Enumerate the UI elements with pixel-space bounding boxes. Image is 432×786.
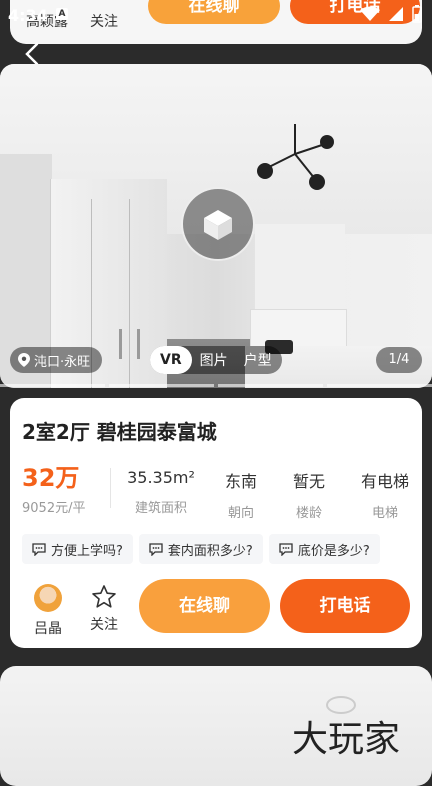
stat-orientation: 东南 朝向 (215, 468, 267, 521)
stat-value: 有电梯 (360, 472, 409, 491)
tab-vr[interactable]: VR (150, 346, 192, 374)
tab-floorplan[interactable]: 户型 (236, 350, 280, 370)
stat-value: 暂无 (292, 472, 325, 491)
vr-play-button[interactable] (181, 187, 255, 261)
question-chip[interactable]: 底价是多少? (268, 534, 380, 564)
notification-icon: A (56, 8, 68, 20)
page-indicator: 1/4 (376, 347, 422, 373)
question-text: 套内面积多少? (167, 543, 253, 559)
gallery-progress (0, 384, 432, 387)
stat-label: 朝向 (227, 506, 254, 521)
listing-photo[interactable]: 沌口·永旺 VR 图片 户型 1/4 (0, 64, 432, 388)
listing-price: 32万 (22, 464, 80, 492)
unit-price: 9052元/平 (22, 501, 86, 516)
tab-photos[interactable]: 图片 (192, 350, 236, 370)
stat-value: 东南 (224, 472, 257, 491)
follow-button[interactable]: 关注 (86, 584, 122, 634)
divider (110, 468, 111, 508)
photo-window (255, 224, 345, 314)
location-text: 沌口·永旺 (34, 354, 91, 370)
star-outline-icon (92, 585, 116, 608)
watermark-logo: 大玩家 (292, 719, 401, 760)
battery-icon (412, 5, 422, 23)
call-button[interactable]: 打电话 (280, 579, 410, 633)
location-pin-icon (18, 353, 30, 367)
vr-cube-icon (204, 210, 232, 240)
status-icons (360, 5, 422, 23)
quick-questions: 方便上学吗? 套内面积多少? 底价是多少? (22, 534, 422, 564)
follow-label: 关注 (90, 617, 118, 633)
listing-info-card: 2室2厅 碧桂园泰富城 32万 9052元/平 35.35m² 建筑面积 东南 … (10, 398, 422, 648)
next-listing-card[interactable]: 大玩家 (0, 666, 432, 786)
online-chat-button[interactable]: 在线聊 (139, 579, 270, 633)
chat-bubble-icon (279, 543, 293, 556)
location-chip[interactable]: 沌口·永旺 (10, 347, 103, 373)
stat-value: 35.35m² (127, 468, 195, 487)
wifi-icon (360, 6, 380, 21)
chat-bubble-icon (149, 543, 163, 556)
stat-label: 楼龄 (295, 506, 322, 521)
question-text: 底价是多少? (297, 543, 370, 559)
signal-icon (389, 7, 403, 21)
status-bar: 4:34 A (0, 0, 432, 30)
listing-title: 2室2厅 碧桂园泰富城 (22, 420, 217, 444)
question-chip[interactable]: 方便上学吗? (22, 534, 133, 564)
agent-name: 吕晶 (34, 621, 62, 637)
stat-label: 建筑面积 (134, 501, 187, 516)
ceiling-lamp (257, 124, 334, 190)
chat-bubble-icon (32, 543, 46, 556)
stat-label: 电梯 (371, 506, 398, 521)
media-tabs: VR 图片 户型 (150, 346, 282, 374)
stat-area: 35.35m² 建筑面积 (125, 468, 197, 516)
avatar (34, 584, 62, 612)
agent-profile[interactable]: 吕晶 (30, 584, 66, 638)
stat-age: 暂无 楼龄 (283, 468, 335, 521)
status-time: 4:34 (8, 6, 48, 25)
stat-elevator: 有电梯 电梯 (352, 468, 418, 521)
question-text: 方便上学吗? (51, 543, 123, 559)
question-chip[interactable]: 套内面积多少? (138, 534, 263, 564)
